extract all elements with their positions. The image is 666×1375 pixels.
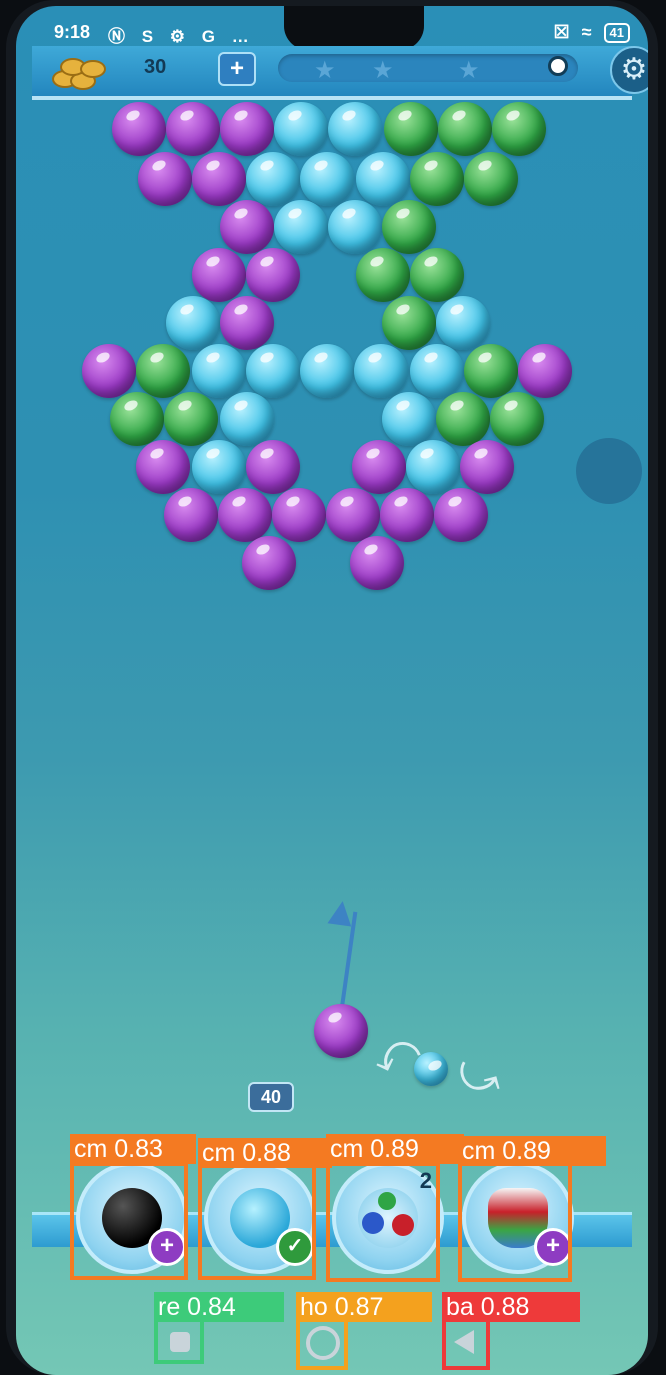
cyan-bubble [246,152,300,206]
detection-box [154,1318,204,1364]
cyan-bubble [356,152,410,206]
cyan-bubble [300,344,354,398]
detection-label: ba 0.88 [442,1292,580,1322]
cyan-bubble [328,200,382,254]
cyan-bubble [166,296,220,350]
green-bubble [410,152,464,206]
purple-bubble [82,344,136,398]
purple-bubble [518,344,572,398]
purple-bubble [242,536,296,590]
green-bubble [464,344,518,398]
purple-bubble [164,488,218,542]
floating-overlay-button[interactable] [576,438,642,504]
bubble-grid [16,6,648,626]
purple-bubble [220,102,274,156]
aim-arrow-icon [327,899,355,927]
purple-bubble [380,488,434,542]
green-bubble [382,200,436,254]
cyan-bubble [328,102,382,156]
detection-label: re 0.84 [154,1292,284,1322]
detection-label: cm 0.83 [70,1134,196,1164]
purple-bubble [166,102,220,156]
purple-bubble [246,440,300,494]
purple-bubble [136,440,190,494]
detection-box [442,1318,490,1370]
cyan-bubble [300,152,354,206]
green-bubble [492,102,546,156]
detection-label: ho 0.87 [296,1292,432,1322]
cyan-bubble [410,344,464,398]
green-bubble [164,392,218,446]
green-bubble [438,102,492,156]
detection-box [70,1162,188,1280]
detection-box [326,1162,440,1282]
purple-bubble [434,488,488,542]
cyan-bubble [274,200,328,254]
green-bubble [356,248,410,302]
cyan-bubble [192,344,246,398]
purple-bubble [112,102,166,156]
cyan-bubble [246,344,300,398]
green-bubble [410,248,464,302]
green-bubble [490,392,544,446]
purple-bubble [192,248,246,302]
purple-bubble [326,488,380,542]
cyan-bubble [436,296,490,350]
detection-label: cm 0.89 [326,1134,464,1164]
green-bubble [384,102,438,156]
purple-bubble [352,440,406,494]
green-bubble [436,392,490,446]
purple-bubble [218,488,272,542]
purple-bubble [220,296,274,350]
cyan-bubble [382,392,436,446]
purple-bubble [192,152,246,206]
detection-label: cm 0.89 [458,1136,606,1166]
detection-box [198,1162,316,1280]
moves-counter: 40 [248,1082,294,1112]
purple-bubble [246,248,300,302]
cyan-bubble [406,440,460,494]
cyan-bubble [354,344,408,398]
green-bubble [464,152,518,206]
detection-box [458,1162,572,1282]
shooter-bubble[interactable] [314,1004,368,1058]
green-bubble [382,296,436,350]
cyan-bubble [274,102,328,156]
green-bubble [110,392,164,446]
detection-label: cm 0.88 [198,1138,332,1168]
green-bubble [136,344,190,398]
purple-bubble [350,536,404,590]
cyan-bubble [192,440,246,494]
purple-bubble [272,488,326,542]
swap-arrow-icon[interactable]: ⤻ [447,1044,512,1111]
cyan-bubble [220,392,274,446]
purple-bubble [138,152,192,206]
detection-box [296,1318,348,1370]
purple-bubble [460,440,514,494]
purple-bubble [220,200,274,254]
